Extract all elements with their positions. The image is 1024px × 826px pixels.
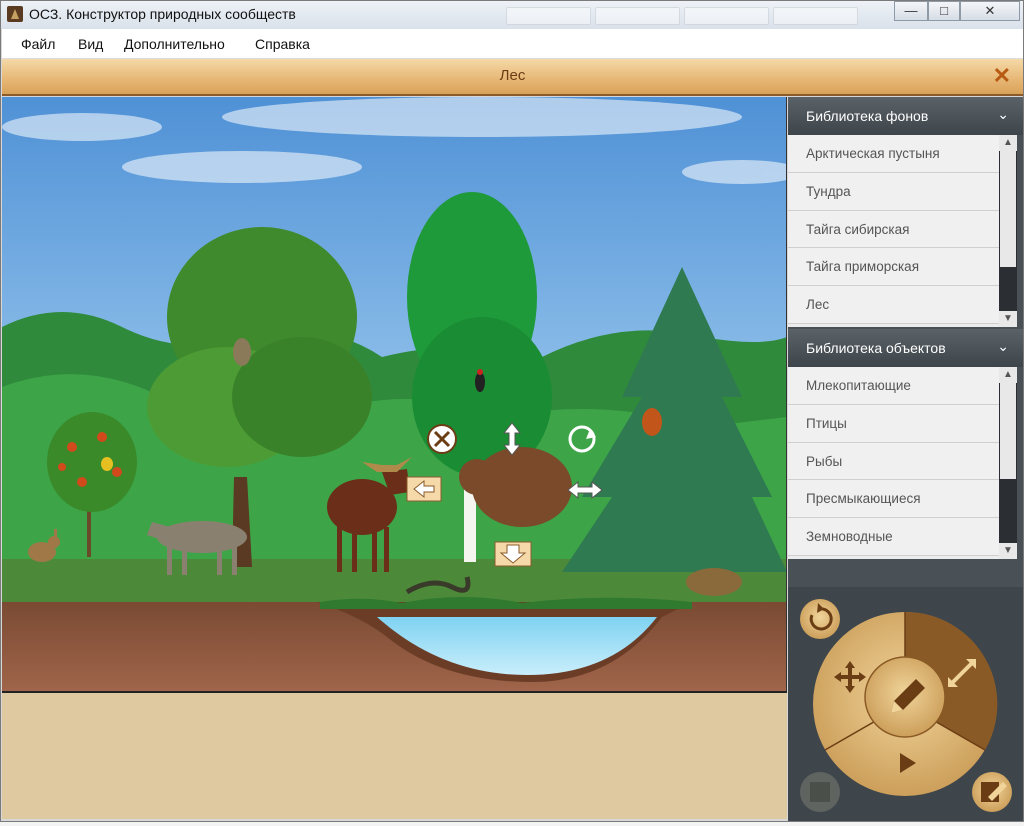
save-disabled-icon[interactable] bbox=[800, 772, 840, 812]
app-window: ОСЗ. Конструктор природных сообществ — □… bbox=[0, 0, 1024, 822]
control-dial bbox=[800, 599, 1012, 812]
object-category-item[interactable]: Пресмыкающиеся bbox=[788, 480, 999, 519]
maximize-button[interactable]: □ bbox=[928, 1, 960, 21]
background-ribbon-style bbox=[506, 7, 591, 25]
object-category-item[interactable]: Млекопитающие bbox=[788, 367, 999, 405]
tit-bird bbox=[101, 457, 113, 471]
scroll-thumb[interactable] bbox=[1000, 151, 1016, 267]
oak-crown bbox=[232, 337, 372, 457]
notes-area[interactable] bbox=[2, 691, 787, 819]
objects-library-title: Библиотека объектов bbox=[806, 340, 946, 356]
bring-forward-icon[interactable] bbox=[406, 476, 442, 502]
rowan-crown bbox=[47, 412, 137, 512]
background-item[interactable]: Тайга сибирская bbox=[788, 210, 999, 249]
object-category-item[interactable]: Земноводные bbox=[788, 518, 999, 556]
scroll-down-icon[interactable]: ▼ bbox=[999, 543, 1017, 559]
hedgehog bbox=[686, 568, 742, 596]
scroll-up-icon[interactable]: ▲ bbox=[999, 135, 1017, 151]
owl bbox=[233, 338, 251, 366]
close-window-button[interactable]: ✕ bbox=[960, 1, 1020, 21]
background-ribbon-style bbox=[684, 7, 769, 25]
app-icon bbox=[7, 6, 23, 22]
chevron-down-icon: ⌄ bbox=[997, 338, 1009, 354]
backgrounds-scrollbar[interactable]: ▲ ▼ bbox=[999, 135, 1017, 327]
title-bar: ОСЗ. Конструктор природных сообществ — □… bbox=[1, 1, 1023, 29]
objects-library-header[interactable]: Библиотека объектов ⌄ bbox=[788, 329, 1023, 367]
menu-extra[interactable]: Дополнительно bbox=[124, 36, 225, 52]
close-x-icon[interactable]: ✕ bbox=[993, 63, 1011, 89]
chevron-down-icon: ⌄ bbox=[997, 106, 1009, 122]
backgrounds-library-header[interactable]: Библиотека фонов ⌄ bbox=[788, 97, 1023, 135]
menu-file[interactable]: Файл bbox=[21, 36, 55, 52]
minimize-button[interactable]: — bbox=[894, 1, 928, 21]
undo-icon[interactable] bbox=[800, 599, 840, 639]
background-item[interactable]: Арктическая пустыня bbox=[788, 135, 999, 173]
delete-object-icon[interactable] bbox=[427, 424, 457, 454]
scene-title: Лес bbox=[499, 67, 526, 84]
objects-scrollbar[interactable]: ▲ ▼ bbox=[999, 367, 1017, 559]
scene-header: Лес ✕ bbox=[2, 59, 1023, 96]
squirrel bbox=[642, 408, 662, 436]
objects-list: Млекопитающие Птицы Рыбы Пресмыкающиеся … bbox=[788, 367, 999, 559]
backgrounds-list: Арктическая пустыня Тундра Тайга сибирск… bbox=[788, 135, 999, 327]
background-item[interactable]: Лес bbox=[788, 286, 999, 324]
scroll-up-icon[interactable]: ▲ bbox=[999, 367, 1017, 383]
scene-canvas[interactable] bbox=[2, 97, 787, 691]
background-item[interactable]: Тайга приморская bbox=[788, 248, 999, 287]
scroll-down-icon[interactable]: ▼ bbox=[999, 311, 1017, 327]
object-category-item[interactable]: Птицы bbox=[788, 404, 999, 443]
send-backward-icon[interactable] bbox=[494, 541, 532, 567]
background-item[interactable]: Тундра bbox=[788, 172, 999, 211]
background-ribbon-style bbox=[773, 7, 858, 25]
scroll-thumb[interactable] bbox=[1000, 383, 1016, 479]
backgrounds-library-title: Библиотека фонов bbox=[806, 108, 929, 124]
object-category-item[interactable]: Рыбы bbox=[788, 442, 999, 481]
background-ribbon-style bbox=[595, 7, 680, 25]
forest-scene bbox=[2, 97, 786, 691]
control-dial-area bbox=[788, 587, 1023, 821]
library-panel: Библиотека фонов ⌄ Арктическая пустыня Т… bbox=[788, 97, 1023, 821]
menu-help[interactable]: Справка bbox=[255, 36, 310, 52]
window-title: ОСЗ. Конструктор природных сообществ bbox=[29, 6, 296, 22]
menu-view[interactable]: Вид bbox=[78, 36, 103, 52]
menu-bar: Файл Вид Дополнительно Справка bbox=[2, 29, 1023, 59]
save-edit-icon[interactable] bbox=[972, 772, 1012, 812]
